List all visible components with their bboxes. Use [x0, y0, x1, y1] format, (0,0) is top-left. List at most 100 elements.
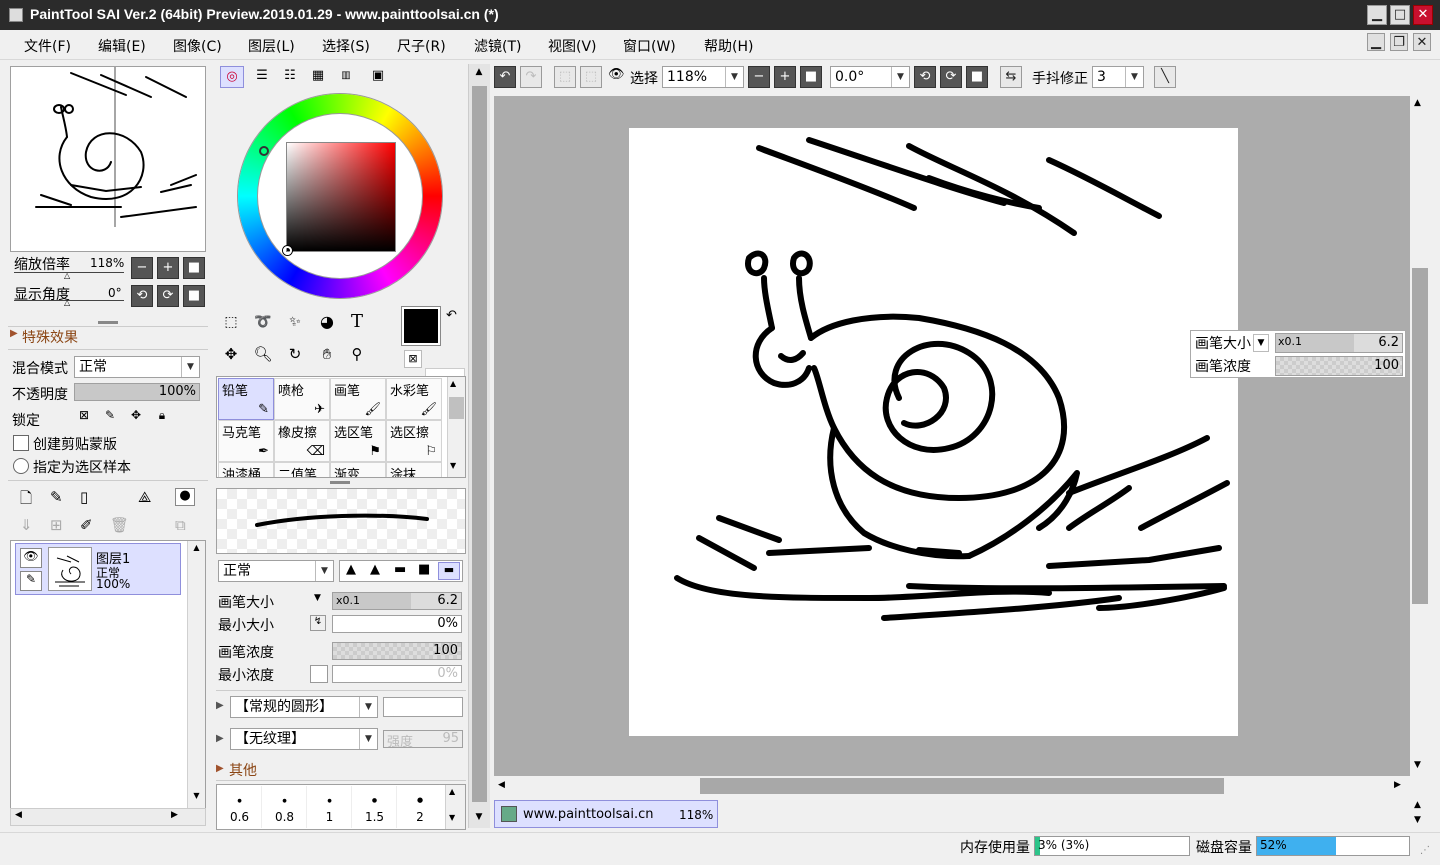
- menu-ruler[interactable]: 尺子(R): [397, 36, 446, 56]
- rotate-icon[interactable]: ↻: [284, 344, 306, 366]
- min-density-slider[interactable]: 0%: [332, 665, 462, 683]
- texture-strength-slider[interactable]: 强度 95: [383, 730, 463, 750]
- swap-colors-icon[interactable]: ↶: [446, 308, 457, 323]
- delete-layer-icon[interactable]: 🗑︎: [110, 516, 129, 534]
- brush-shape-round-icon[interactable]: ▲: [370, 562, 380, 577]
- drawing-canvas[interactable]: [629, 128, 1238, 736]
- scroll-up-icon[interactable]: ▲: [1414, 98, 1421, 108]
- toolbar-zoom-out-button[interactable]: −: [748, 66, 770, 88]
- layer-effect-icon[interactable]: ⟁: [138, 488, 151, 506]
- scroll-right-icon[interactable]: ▶: [171, 810, 178, 820]
- rotate-right-button[interactable]: ⟳: [157, 285, 179, 307]
- angle-slider-thumb[interactable]: △: [64, 298, 70, 307]
- zoom-icon[interactable]: 🔍︎: [252, 344, 274, 366]
- size-preset[interactable]: ● 1: [308, 786, 352, 828]
- scroll-up-icon[interactable]: ▲: [449, 787, 455, 796]
- palette-tab-icon[interactable]: ▥: [334, 66, 358, 88]
- scroll-right-icon[interactable]: ▶: [1394, 780, 1401, 790]
- new-layer-icon[interactable]: 🗋: [20, 488, 32, 513]
- brush-shape-flat-icon[interactable]: ▬: [394, 562, 406, 577]
- eye-icon[interactable]: 👁︎: [608, 67, 625, 82]
- selection-source-radio[interactable]: [13, 458, 29, 474]
- brush-shape-square-icon[interactable]: ■: [418, 562, 430, 577]
- menu-select[interactable]: 选择(S): [322, 36, 370, 56]
- merge-down-icon[interactable]: ⊞: [50, 516, 63, 534]
- splitter-handle[interactable]: [98, 321, 118, 324]
- scratchpad-tab-icon[interactable]: ▣: [366, 66, 390, 88]
- blend-mode-select[interactable]: 正常 ▼: [74, 356, 200, 378]
- redo-button[interactable]: ↷: [520, 66, 542, 88]
- scroll-left-icon[interactable]: ◀: [498, 780, 505, 790]
- tool-airbrush[interactable]: 喷枪 ✈︎: [274, 378, 330, 420]
- texture-select[interactable]: 【无纹理】 ▼: [230, 728, 378, 750]
- brush-shape-sharp-icon[interactable]: ▲: [346, 562, 356, 577]
- scroll-up-icon[interactable]: ▲: [471, 67, 487, 77]
- new-folder-icon[interactable]: ▯: [80, 488, 88, 506]
- straight-line-button[interactable]: ╲: [1154, 66, 1176, 88]
- tool-blur[interactable]: 涂抹: [386, 462, 442, 477]
- expand-arrow-icon[interactable]: ▶: [216, 763, 224, 774]
- saturation-value-square[interactable]: [286, 142, 396, 252]
- tool-brush[interactable]: 画笔 🖌︎: [330, 378, 386, 420]
- scroll-thumb[interactable]: [472, 86, 487, 802]
- sv-picker-handle[interactable]: [283, 246, 292, 255]
- hand-icon[interactable]: ✋︎: [316, 344, 338, 366]
- toolbar-rotate-left-button[interactable]: ⟲: [914, 66, 936, 88]
- hsv-slider-tab-icon[interactable]: ☷: [278, 66, 302, 88]
- shape-icon[interactable]: ◕: [316, 312, 338, 334]
- tool-marker[interactable]: 马克笔 ✒︎: [218, 420, 274, 462]
- eye-icon[interactable]: 👁︎: [20, 548, 42, 568]
- zoom-reset-button[interactable]: ■: [183, 257, 205, 279]
- menu-image[interactable]: 图像(C): [173, 36, 222, 56]
- tool-select-pen[interactable]: 选区笔 ⚑: [330, 420, 386, 462]
- scroll-thumb[interactable]: [1412, 268, 1428, 604]
- scroll-up-icon[interactable]: ▲: [189, 543, 204, 557]
- canvas-viewport[interactable]: 画笔大小 ▼ x0.1 6.2 画笔浓度 100: [494, 96, 1410, 776]
- expand-arrow-icon[interactable]: ▶: [10, 328, 18, 339]
- panel-splitter-scrollbar[interactable]: ▲ ▼: [468, 64, 490, 828]
- new-vector-layer-icon[interactable]: ✎: [50, 488, 63, 506]
- doc-close-button[interactable]: ✕: [1413, 33, 1431, 51]
- zoom-in-button[interactable]: +: [157, 257, 179, 279]
- tool-grid-scrollbar[interactable]: ▲ ▼: [447, 377, 465, 477]
- zoom-out-button[interactable]: −: [131, 257, 153, 279]
- resize-grip-icon[interactable]: ⋰: [1420, 845, 1430, 856]
- brush-shape-select[interactable]: 【常规的圆形】 ▼: [230, 696, 378, 718]
- stabilizer-select[interactable]: 3 ▼: [1092, 66, 1144, 88]
- lock-move-icon[interactable]: ✥: [126, 408, 146, 428]
- scroll-down-icon[interactable]: ▼: [450, 461, 456, 470]
- lasso-icon[interactable]: ➰: [252, 312, 274, 334]
- mask-icon[interactable]: ●: [175, 488, 195, 506]
- swatches-tab-icon[interactable]: ▦: [306, 66, 330, 88]
- lock-paint-icon[interactable]: ✎: [100, 408, 120, 428]
- popup-density-slider[interactable]: 100: [1275, 356, 1403, 376]
- document-tab[interactable]: www.painttoolsai.cn 118%: [494, 800, 718, 828]
- scroll-up-icon[interactable]: ▲: [450, 379, 456, 388]
- rotate-reset-button[interactable]: ■: [183, 285, 205, 307]
- toolbar-zoom-reset-button[interactable]: ■: [800, 66, 822, 88]
- size-preset[interactable]: ● 2: [398, 786, 442, 828]
- lock-transparency-icon[interactable]: ⊠: [74, 408, 94, 428]
- angle-select[interactable]: 0.0° ▼: [830, 66, 910, 88]
- scroll-left-icon[interactable]: ◀: [15, 810, 22, 820]
- zoom-select[interactable]: 118% ▼: [662, 66, 744, 88]
- maximize-button[interactable]: □: [1390, 5, 1410, 25]
- scroll-down-icon[interactable]: ▼: [1414, 760, 1421, 770]
- pencil-icon[interactable]: ✎: [20, 571, 42, 591]
- navigator-preview[interactable]: [10, 66, 206, 252]
- effects-label[interactable]: 特殊效果: [22, 327, 78, 347]
- undo-button[interactable]: ↶: [494, 66, 516, 88]
- color-wheel-tab-icon[interactable]: ◎: [220, 66, 244, 88]
- hue-picker-handle[interactable]: [259, 146, 269, 156]
- brush-density-slider[interactable]: 100: [332, 642, 462, 660]
- layer-scrollbar[interactable]: ▲ ▼: [187, 541, 205, 825]
- size-mult-chevron-icon[interactable]: ▼: [314, 593, 321, 603]
- brush-size-slider[interactable]: x0.1 6.2: [332, 592, 462, 610]
- opacity-slider[interactable]: 100%: [74, 383, 200, 401]
- move-icon[interactable]: ✥: [220, 344, 242, 366]
- close-button[interactable]: ✕: [1413, 5, 1433, 25]
- magic-wand-icon[interactable]: ✨︎: [284, 312, 306, 334]
- doc-minimize-button[interactable]: ▁: [1367, 33, 1385, 51]
- toolbar-rotate-reset-button[interactable]: ■: [966, 66, 988, 88]
- text-tool-icon[interactable]: T: [346, 312, 368, 334]
